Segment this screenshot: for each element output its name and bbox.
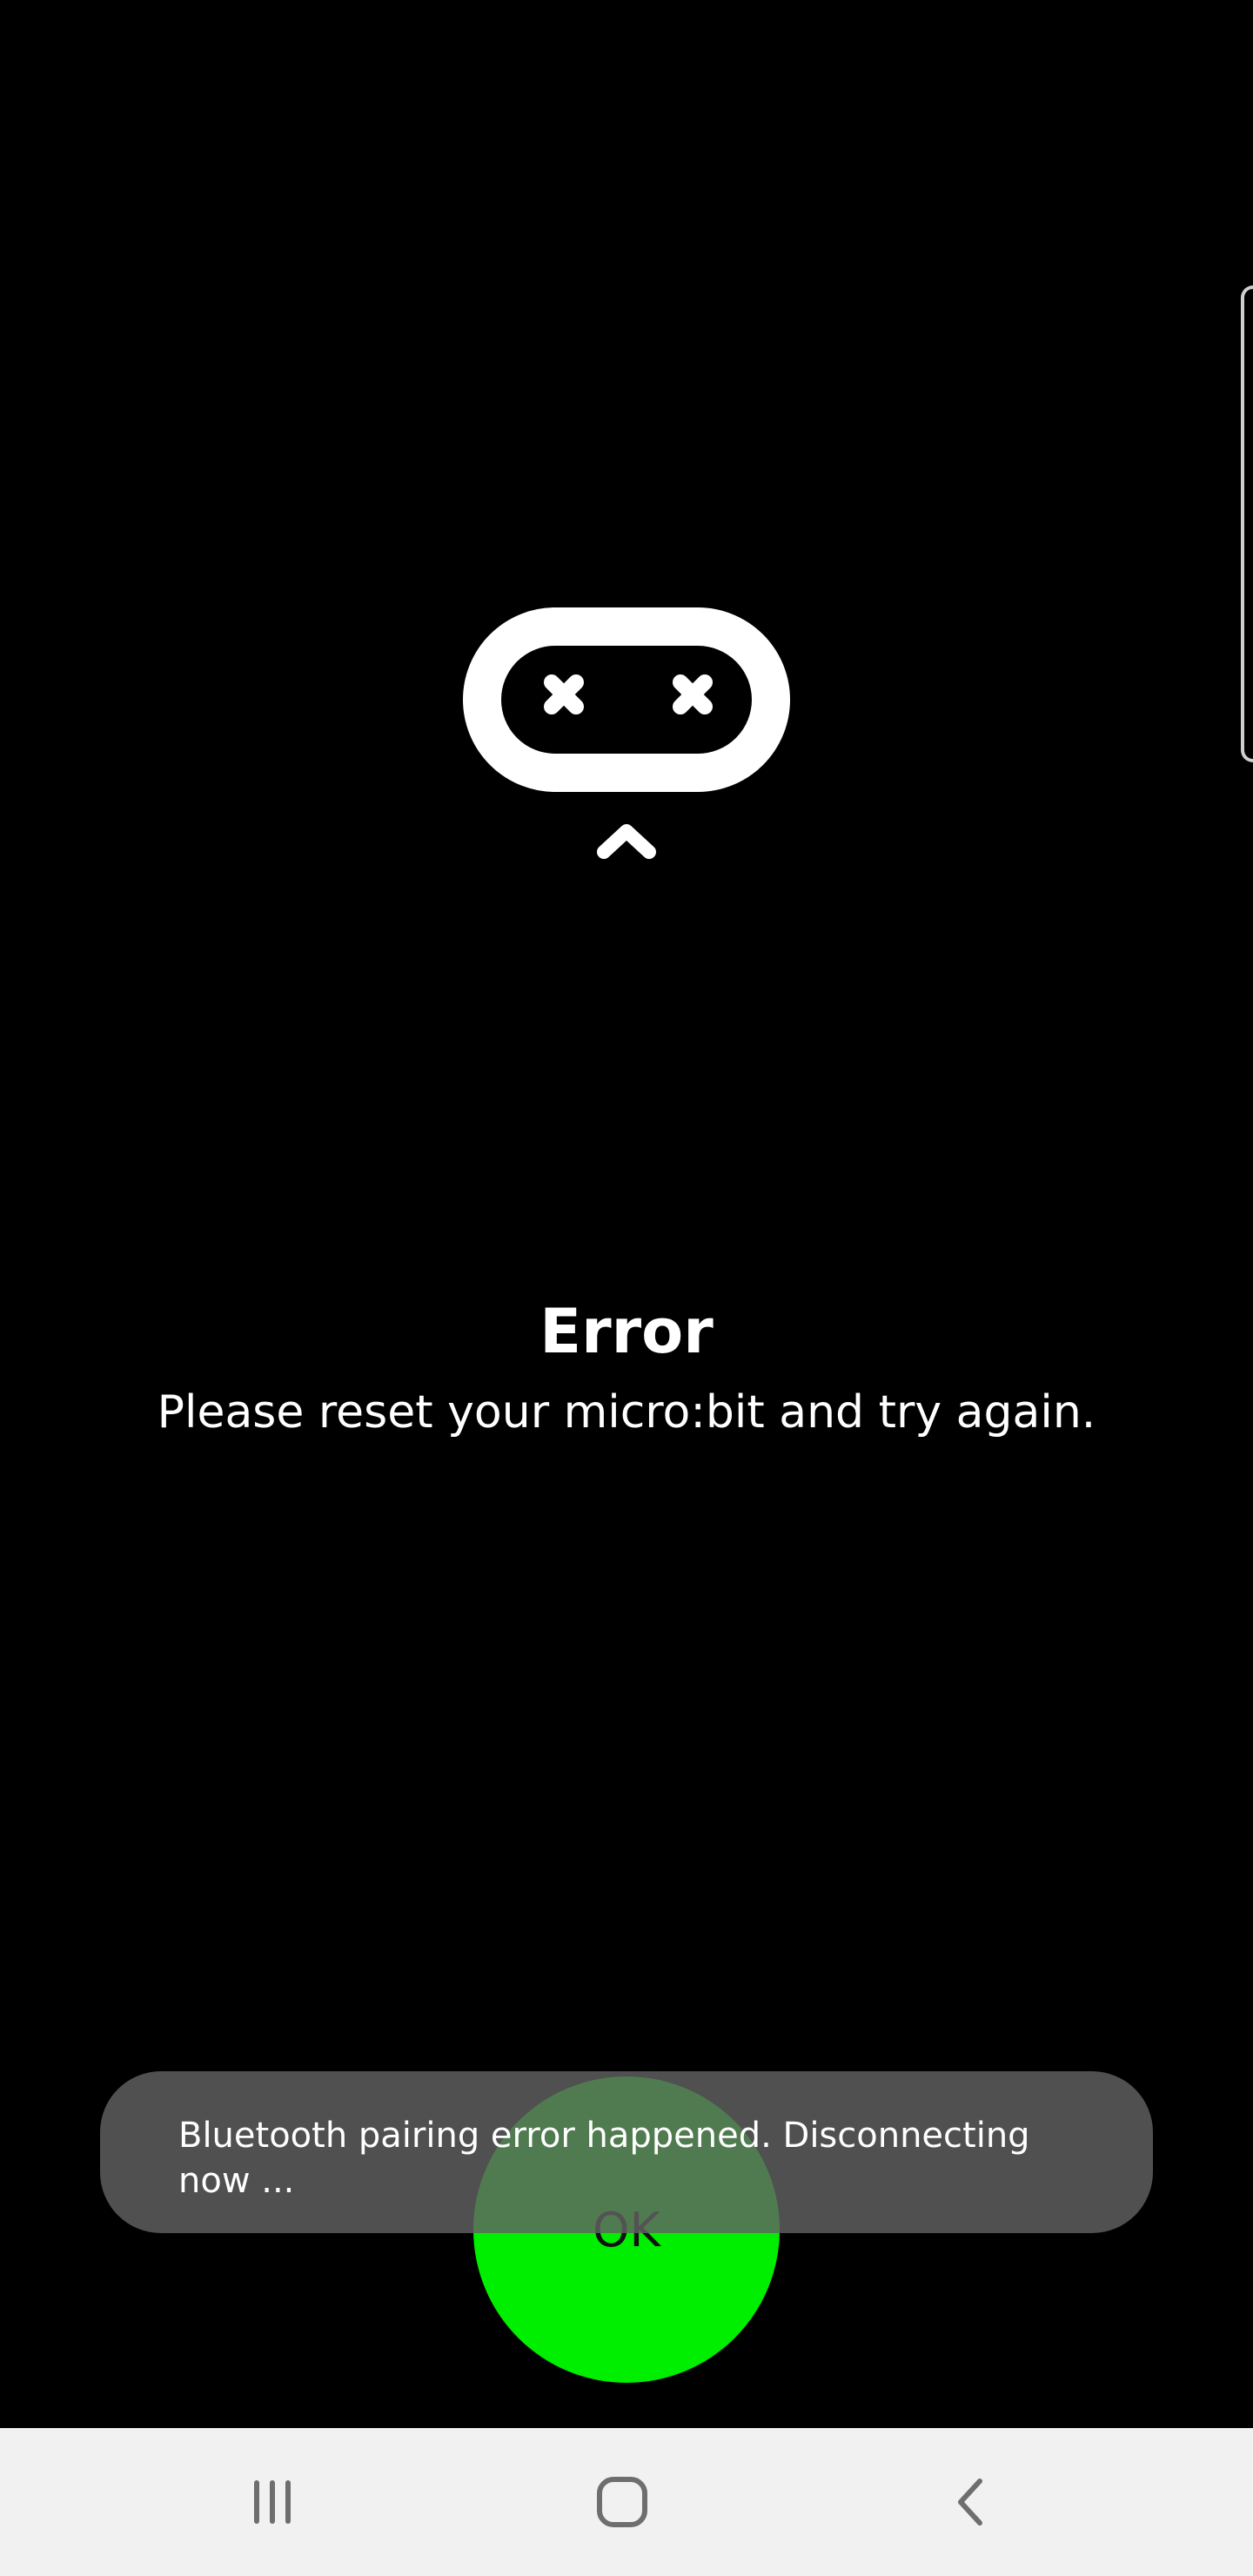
recent-apps-button[interactable] xyxy=(220,2463,325,2541)
microbit-error-face-icon xyxy=(463,607,790,792)
home-button[interactable] xyxy=(570,2463,674,2541)
error-message: Please reset your micro:bit and try agai… xyxy=(157,1386,1096,1439)
home-icon xyxy=(597,2477,647,2527)
error-screen: Error Please reset your micro:bit and tr… xyxy=(0,0,1253,2428)
recent-apps-icon xyxy=(254,2480,291,2524)
system-navigation-bar xyxy=(0,2428,1253,2576)
back-icon xyxy=(958,2479,982,2526)
back-button[interactable] xyxy=(921,2463,1025,2541)
edge-panel-handle[interactable] xyxy=(1241,285,1253,762)
chevron-up-icon xyxy=(597,824,656,859)
error-title: Error xyxy=(539,1296,714,1367)
toast-text: Bluetooth pairing error happened. Discon… xyxy=(178,2116,1030,2201)
toast-notification: Bluetooth pairing error happened. Discon… xyxy=(100,2071,1153,2233)
